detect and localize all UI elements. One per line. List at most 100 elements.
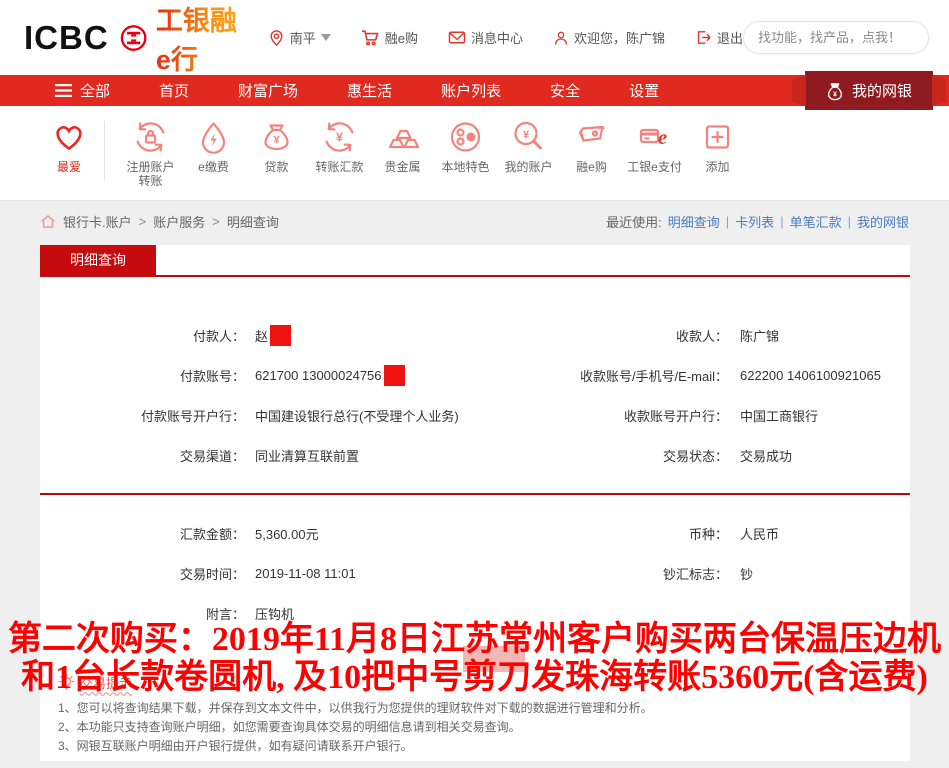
nav-label: 首页 [159, 80, 189, 101]
quick-item-epay-fee[interactable]: e缴费 [182, 119, 245, 200]
recent-link-card-list[interactable]: 卡列表 [735, 212, 774, 231]
time-label: 交易时间： [40, 564, 245, 583]
account-magnifier-icon: ¥ [510, 119, 547, 155]
recent-link-my-ebank[interactable]: 我的网银 [857, 212, 909, 231]
time-value: 2019-11-08 11:01 [245, 566, 515, 581]
payee-account-label: 收款账号/手机号/E-mail： [515, 366, 728, 385]
currency-value: 人民币 [728, 524, 910, 543]
status-label: 交易状态： [515, 446, 728, 465]
nav-label: 财富广场 [238, 80, 298, 101]
recent-used: 最近使用: 明细查询 | 卡列表 | 单笔汇款 | 我的网银 [606, 212, 909, 231]
quick-item-local-feature[interactable]: 本地特色 [434, 119, 497, 200]
nav-item-wealth[interactable]: 财富广场 [238, 80, 298, 101]
quick-item-label: e缴费 [182, 160, 245, 174]
tip-item: 2、本功能只支持查询账户明细，如您需要查询具体交易的明细信息请到相关交易查询。 [58, 718, 910, 737]
nav-item-all[interactable]: 全部 [55, 80, 110, 101]
heart-icon [50, 119, 88, 155]
tab-detail-query[interactable]: 明细查询 [40, 245, 156, 275]
breadcrumb-item[interactable]: 账户服务 [153, 212, 205, 231]
quick-item-icbc-epay[interactable]: e 工银e支付 [623, 119, 686, 200]
rong-e-gou-link[interactable]: 融e购 [361, 28, 418, 47]
quick-item-label: 工银e支付 [623, 160, 686, 174]
location-pin-icon [268, 28, 285, 48]
breadcrumb-item[interactable]: 明细查询 [227, 212, 279, 231]
welcome-label: 欢迎您，陈广锦 [574, 28, 665, 47]
moneybag-icon: ¥ [826, 81, 844, 101]
quick-item-my-account[interactable]: ¥ 我的账户 [497, 119, 560, 200]
status-value: 交易成功 [728, 446, 910, 465]
recent-link-detail-query[interactable]: 明细查询 [668, 212, 720, 231]
quick-item-label: 我的账户 [497, 160, 560, 174]
payer-bank-label: 付款账号开户行： [40, 406, 245, 425]
breadcrumb-item[interactable]: 银行卡.账户 [63, 212, 132, 231]
home-icon[interactable] [40, 214, 56, 229]
bulb-icon [58, 674, 75, 692]
quick-access-row: 最爱 注册账户转账 e缴费 ¥ 贷款 ¥ 转账汇款 [0, 106, 949, 201]
nav-label: 全部 [80, 80, 110, 101]
hamburger-icon [55, 84, 72, 97]
top-header: ICBC 工银融e行 南平 融e购 消息中心 欢迎 [0, 0, 949, 75]
breadcrumb-separator: > [139, 214, 147, 229]
nav-item-security[interactable]: 安全 [550, 80, 580, 101]
location-selector[interactable]: 南平 [268, 28, 331, 48]
brand-name: 工银融e行 [156, 0, 238, 77]
breadcrumb-separator: > [212, 214, 220, 229]
quick-item-label: 本地特色 [434, 160, 497, 174]
svg-text:¥: ¥ [833, 90, 837, 98]
welcome-user[interactable]: 欢迎您，陈广锦 [553, 28, 665, 47]
payee-bank-value: 中国工商银行 [728, 406, 910, 425]
detail-row: 付款人： 赵 收款人： 陈广锦 [40, 315, 910, 355]
my-ebank-button[interactable]: ¥ 我的网银 [805, 71, 933, 110]
nav-item-accounts[interactable]: 账户列表 [441, 80, 501, 101]
payer-account-value: 621700 13000024756 [255, 368, 382, 383]
quick-item-transfer-remit[interactable]: ¥ 转账汇款 [308, 119, 371, 200]
message-center-link[interactable]: 消息中心 [448, 28, 523, 47]
svg-text:¥: ¥ [273, 135, 280, 147]
nav-label: 惠生活 [347, 80, 392, 101]
quick-item-precious-metal[interactable]: 贵金属 [371, 119, 434, 200]
nav-item-settings[interactable]: 设置 [629, 80, 659, 101]
quick-item-add[interactable]: 添加 [686, 119, 749, 200]
payee-value: 陈广锦 [728, 326, 910, 345]
pipe-separator: | [848, 214, 851, 229]
payer-label: 付款人： [40, 326, 245, 345]
redaction-block [384, 365, 405, 386]
nav-item-home[interactable]: 首页 [159, 80, 189, 101]
cash-flag-label: 钞汇标志： [515, 564, 728, 583]
my-ebank-label: 我的网银 [852, 80, 912, 101]
favorite-label: 最爱 [40, 160, 98, 174]
cart-icon [361, 28, 380, 47]
svg-text:e: e [658, 125, 667, 149]
transaction-amount-section: 汇款金额： 5,360.00元 币种： 人民币 交易时间： 2019-11-08… [40, 495, 910, 633]
quick-item-rong-e-gou[interactable]: 融e购 [560, 119, 623, 200]
logout-icon [695, 29, 712, 46]
detail-row: 附言： 压钩机 [40, 593, 910, 633]
logout-link[interactable]: 退出 [695, 28, 743, 47]
tips-title: 交易提示 [80, 673, 132, 692]
nav-label: 设置 [629, 80, 659, 101]
search-input[interactable] [758, 30, 934, 45]
nav-item-life[interactable]: 惠生活 [347, 80, 392, 101]
channel-value: 同业清算互联前置 [245, 446, 515, 465]
favorite-item[interactable]: 最爱 [40, 119, 98, 200]
channel-label: 交易渠道： [40, 446, 245, 465]
quick-item-loan[interactable]: ¥ 贷款 [245, 119, 308, 200]
svg-text:¥: ¥ [523, 129, 530, 141]
quick-item-register-transfer[interactable]: 注册账户转账 [119, 119, 182, 200]
tip-item: 3、网银互联账户明细由开户银行提供，如有疑问请联系开户银行。 [58, 737, 910, 756]
logout-label: 退出 [717, 28, 743, 47]
epay-card-icon: e [636, 119, 673, 155]
icbc-emblem-icon [119, 16, 148, 60]
page-body: 银行卡.账户 > 账户服务 > 明细查询 最近使用: 明细查询 | 卡列表 | … [0, 201, 949, 768]
location-label: 南平 [290, 28, 316, 47]
chevron-down-icon [321, 34, 331, 41]
currency-label: 币种： [515, 524, 728, 543]
main-nav: 全部 首页 财富广场 惠生活 账户列表 安全 设置 ¥ 我的网银 [0, 75, 949, 106]
transaction-tips: 交易提示 1、您可以将查询结果下载，并保存到文本文件中，以供我行为您提供的理财软… [40, 673, 910, 756]
search-box[interactable] [743, 21, 929, 54]
recent-link-single-remit[interactable]: 单笔汇款 [790, 212, 842, 231]
gold-bars-icon [384, 119, 421, 155]
detail-row: 汇款金额： 5,360.00元 币种： 人民币 [40, 513, 910, 553]
quick-item-label: 贵金属 [371, 160, 434, 174]
local-feature-icon [447, 119, 484, 155]
